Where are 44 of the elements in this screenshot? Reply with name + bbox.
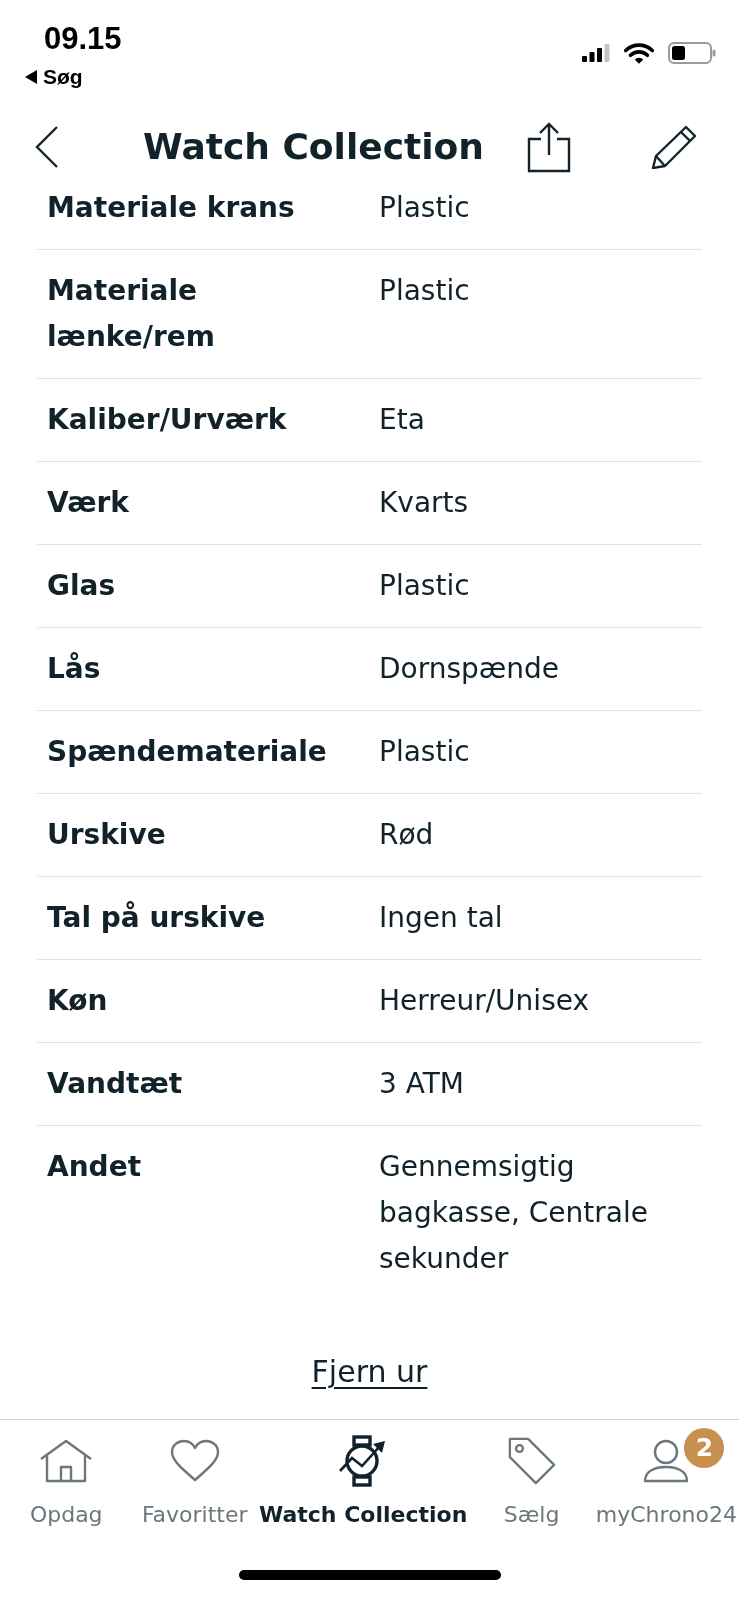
spec-value: Plastic: [379, 273, 471, 309]
wifi-icon: [623, 41, 655, 65]
screen-title: Watch Collection: [143, 124, 484, 169]
back-triangle-icon: [25, 70, 37, 84]
home-icon: [39, 1439, 94, 1483]
spec-label: Materiale lænke/rem: [47, 273, 216, 355]
spec-label: Kaliber/Urværk: [47, 402, 288, 438]
spec-value: Dornspænde: [379, 651, 561, 687]
status-time: 09.15: [44, 21, 122, 57]
spec-value: Kvarts: [379, 485, 470, 521]
spec-value: Gennemsigtig bagkasse, Centrale sekunder: [379, 1149, 649, 1277]
spec-label: Materiale krans: [47, 190, 296, 226]
spec-value: Rød: [379, 817, 435, 853]
spec-label: Andet: [47, 1149, 143, 1185]
spec-value: Plastic: [379, 568, 471, 604]
spec-label: Lås: [47, 651, 102, 687]
tab-bar-item[interactable]: Sælg: [467, 1436, 596, 1528]
tab-bar-item[interactable]: Watch Collection: [258, 1436, 468, 1528]
spec-label: Vandtæt: [47, 1066, 184, 1102]
signal-icon: [582, 44, 610, 62]
back-icon[interactable]: [35, 125, 59, 168]
spec-value: Ingen tal: [379, 900, 504, 936]
pencil-icon[interactable]: [651, 124, 697, 169]
spec-label: Glas: [47, 568, 117, 604]
heart-icon: [169, 1439, 220, 1483]
spec-label: Værk: [47, 485, 130, 521]
person-icon: [642, 1439, 691, 1483]
tab-bar-item[interactable]: Opdag: [2, 1436, 131, 1528]
spec-value: 3 ATM: [379, 1066, 465, 1102]
spec-value: Plastic: [379, 190, 471, 226]
spec-value: Plastic: [379, 734, 471, 770]
share-icon[interactable]: [527, 120, 571, 173]
back-to-search-link[interactable]: Søg: [25, 65, 83, 89]
tag-icon: [506, 1436, 557, 1486]
battery-icon: [668, 42, 716, 64]
spec-value: Herreur/Unisex: [379, 983, 591, 1019]
spec-label: Køn: [47, 983, 109, 1019]
spec-label: Urskive: [47, 817, 167, 853]
notification-badge: 2: [684, 1428, 725, 1468]
spec-label: Spændemateriale: [47, 734, 328, 770]
tab-bar-item[interactable]: Favoritter: [130, 1436, 259, 1528]
spec-value: Eta: [379, 402, 426, 438]
remove-watch-link[interactable]: Fjern ur: [311, 1352, 428, 1392]
spec-label: Tal på urskive: [47, 900, 267, 936]
